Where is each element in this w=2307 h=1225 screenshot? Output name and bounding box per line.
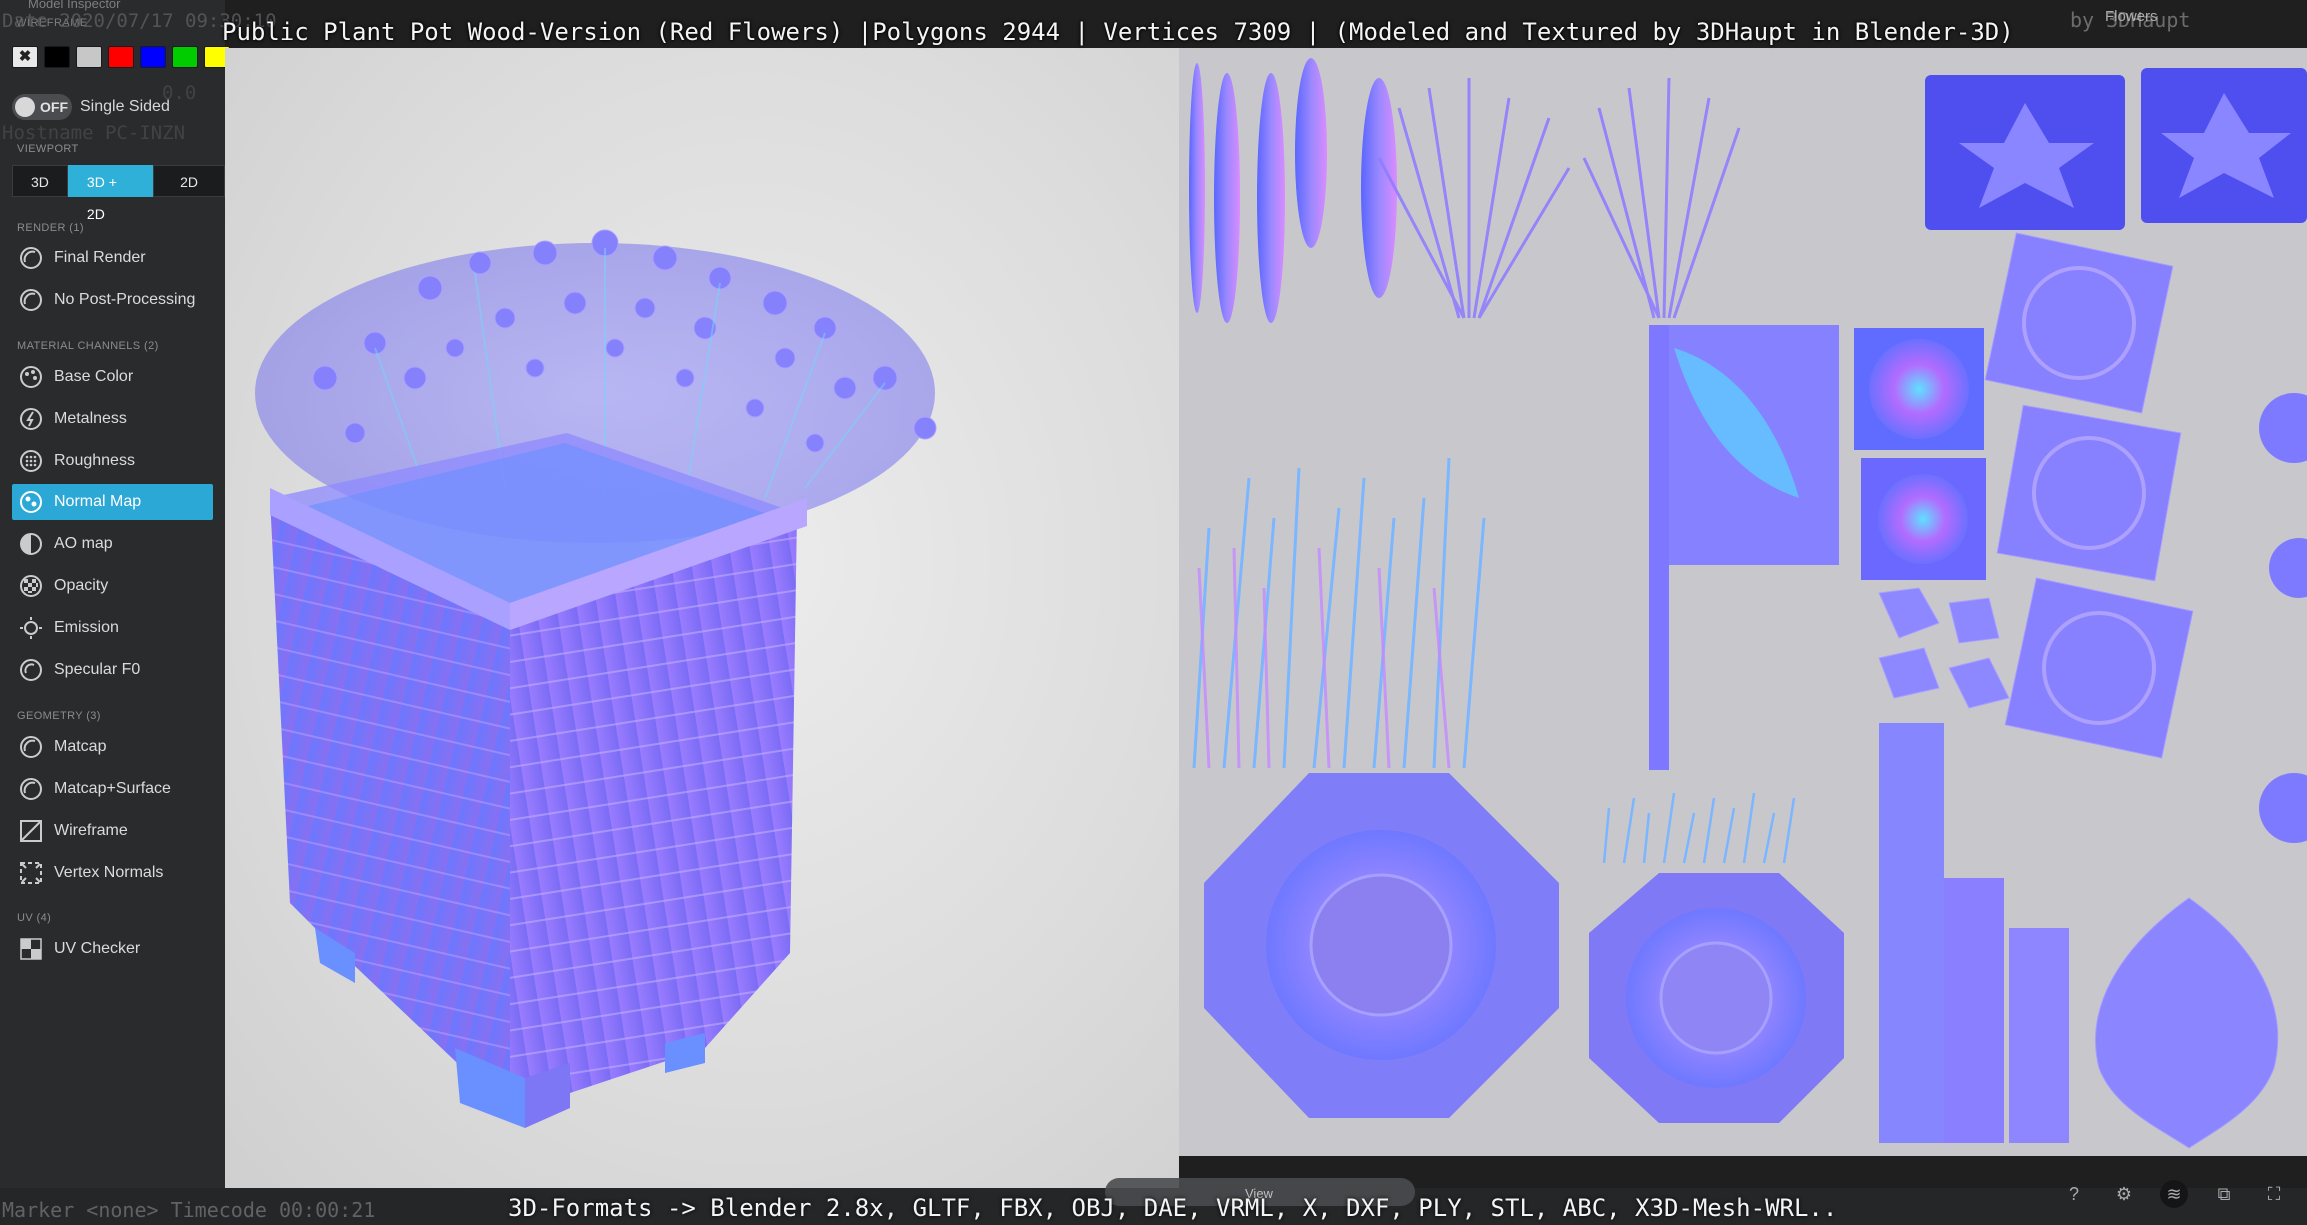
swatch-blue[interactable] [140,46,166,68]
model-title: Public Plant Pot Wood-Version (Red Flowe… [222,18,2014,46]
formats-caption: 3D-Formats -> Blender 2.8x, GLTF, FBX, O… [508,1194,1838,1222]
inspector-sidebar: Model Inspector WIREFRAME Date 2020/07/1… [0,0,277,1225]
normal-map-texture [1189,58,2307,1149]
emission-item[interactable]: Emission [12,610,213,646]
petal-fragments [1878,587,2010,709]
palette-icon [18,364,44,390]
wireframe-label: Wireframe [54,822,128,839]
single-sided-toggle[interactable]: OFF [12,94,72,120]
metalness-icon [18,406,44,432]
help-icon[interactable]: ? [2060,1180,2088,1208]
opacity-item[interactable]: Opacity [12,568,213,604]
viewport-3d-2d-button[interactable]: 3D + 2D [67,165,154,222]
opacity-icon [18,573,44,599]
normal-map-item[interactable]: Normal Map [12,484,213,520]
swatch-black[interactable] [44,46,70,68]
layers-icon[interactable]: ≋ [2160,1180,2188,1208]
ao-map-label: AO map [54,535,113,552]
swatch-red[interactable] [108,46,134,68]
leaf-strips [1189,58,1397,323]
roughness-item[interactable]: Roughness [12,443,213,479]
swatch-grey[interactable] [76,46,102,68]
wireframe-item[interactable]: Wireframe [12,813,213,849]
matcap-icon [18,734,44,760]
emission-label: Emission [54,619,119,636]
vertex-normals-item[interactable]: Vertex Normals [12,855,213,891]
uv-checker-icon [18,936,44,962]
viewport-section-label: VIEWPORT [17,143,79,155]
stem-strip-3 [2009,928,2069,1143]
final-render-label: Final Render [54,249,146,266]
roughness-label: Roughness [54,452,135,469]
metalness-item[interactable]: Metalness [12,401,213,437]
wireframe-toggle-swatch[interactable]: ✖ [12,46,38,68]
no-post-processing-label: No Post-Processing [54,291,196,308]
material-section-label: MATERIAL CHANNELS (2) [17,340,159,352]
uv-checker-label: UV Checker [54,940,141,957]
overlay-hostname-ghost: Hostname PC-INZN [2,122,186,144]
fullscreen-icon[interactable]: ⛶ [2260,1180,2288,1208]
single-sided-toggle-row: OFF Single Sided [12,94,170,120]
daisy-tiles [1984,232,2194,759]
swatch-green[interactable] [172,46,198,68]
emission-icon [18,615,44,641]
base-color-label: Base Color [54,368,134,385]
opacity-label: Opacity [54,577,109,594]
model-inspector-screen: { "title": "Public Plant Pot Wood-Versio… [0,0,2307,1225]
wireframe-color-swatches: ✖ [12,46,230,68]
render-icon [18,287,44,313]
uv-checker-item[interactable]: UV Checker [12,931,213,967]
vr-icon[interactable]: ⧉ [2210,1180,2238,1208]
matcap-label: Matcap [54,738,107,755]
short-grass [1602,792,1796,864]
2d-texture-viewport[interactable] [1179,48,2307,1156]
metalness-label: Metalness [54,410,127,427]
settings-icon[interactable]: ⚙ [2110,1180,2138,1208]
toggle-knob [15,97,35,117]
base-color-item[interactable]: Base Color [12,359,213,395]
stem-strip-1 [1879,723,1944,1143]
heart-leaf [2095,897,2279,1149]
normal-map-icon [18,489,44,515]
viewport-3d-button[interactable]: 3D [12,165,68,197]
wireframe-icon [18,818,44,844]
final-render-item[interactable]: Final Render [12,240,213,276]
grass-tufts [1377,77,1741,319]
plant-pot-render [255,229,937,1128]
overlay-marker-ghost: Marker <none> Timecode 00:00:21 [2,1198,376,1222]
specular-icon [18,657,44,683]
single-sided-label: Single Sided [80,98,170,115]
toggle-state: OFF [40,99,68,115]
ao-icon [18,531,44,557]
ao-map-item[interactable]: AO map [12,526,213,562]
viewport-2d-button[interactable]: 2D [153,165,225,197]
stem-strip-2 [1944,878,2004,1143]
uv-section-label: UV (4) [17,912,52,924]
vertex-normals-label: Vertex Normals [54,864,164,881]
roughness-icon [18,448,44,474]
bottom-right-icons: ? ⚙ ≋ ⧉ ⛶ [2060,1180,2288,1208]
render-section-label: RENDER (1) [17,222,84,234]
render-icon [18,245,44,271]
matcap-item[interactable]: Matcap [12,729,213,765]
matcap-surface-label: Matcap+Surface [54,780,171,797]
normal-map-label: Normal Map [54,493,142,510]
overlay-right-ghost: by 3DHaupt [2070,8,2191,32]
3d-viewport[interactable] [225,48,1179,1188]
vertex-normals-icon [18,860,44,886]
specular-f0-label: Specular F0 [54,661,141,678]
specular-f0-item[interactable]: Specular F0 [12,652,213,688]
no-post-processing-item[interactable]: No Post-Processing [12,282,213,318]
geometry-section-label: GEOMETRY (3) [17,710,101,722]
viewport-switch: 3D 3D + 2D 2D [12,165,225,222]
wooden-pot [270,433,807,1128]
matcap-surface-item[interactable]: Matcap+Surface [12,771,213,807]
matcap-icon [18,776,44,802]
